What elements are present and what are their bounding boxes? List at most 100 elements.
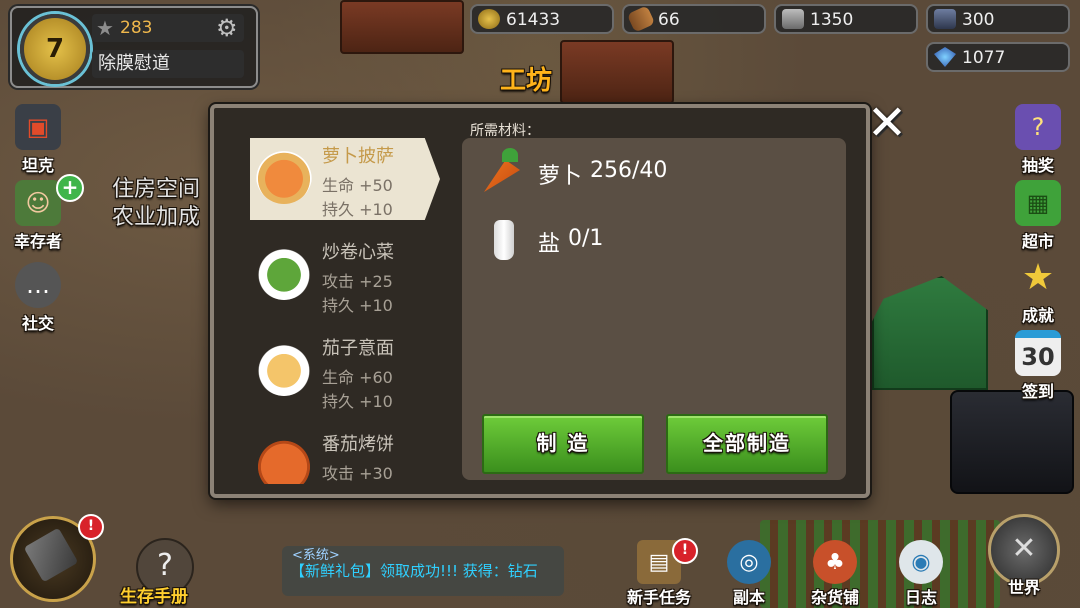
hammer-icon (23, 527, 79, 583)
target-log-icon: ◉ (899, 540, 943, 584)
diamond-icon (934, 47, 956, 67)
coin-icon (478, 9, 500, 29)
tank-icon: ▣ (15, 104, 61, 150)
material-name: 盐 (538, 232, 561, 257)
steel-resource[interactable]: 300 (926, 4, 1070, 34)
recipe-name: 茄子意面 (322, 338, 394, 359)
portal-icon: ◎ (727, 540, 771, 584)
star-icon: ★ (96, 16, 114, 40)
alert-badge: ! (672, 538, 698, 564)
gem-value: 1077 (962, 48, 1006, 68)
salt-bottle-icon (494, 220, 514, 260)
close-icon[interactable]: ✕ (862, 98, 912, 148)
world-button[interactable]: ✕ 世界 (984, 514, 1064, 598)
log-label: 日志 (904, 588, 937, 607)
tank-button[interactable]: ▣ 坦克 (8, 104, 68, 176)
recipe-name: 炒卷心菜 (322, 242, 394, 263)
scenery-crop-field (760, 520, 1000, 608)
wood-resource[interactable]: 66 (622, 4, 766, 34)
bonus-line-farming: 农业加成 (112, 205, 201, 230)
scenery-workshop-building (340, 0, 464, 54)
log-button[interactable]: ◉ 日志 (884, 540, 958, 608)
bonus-line-housing: 住房空间 (112, 177, 201, 202)
calendar-icon: 30 (1015, 330, 1061, 376)
pasta-icon (256, 340, 312, 396)
checkin-button[interactable]: 30 签到 (1008, 330, 1068, 402)
recipe-stat: 攻击 +25 (322, 272, 393, 291)
iron-ingot-icon (782, 9, 804, 29)
tank-label: 坦克 (21, 156, 54, 175)
steel-value: 300 (962, 10, 995, 30)
recipe-stat: 生命 +50 (322, 176, 393, 195)
material-carrot: 萝卜 256/40 (484, 148, 824, 192)
lottery-button[interactable]: ? 抽奖 (1008, 104, 1068, 176)
level-badge[interactable]: 7 (20, 14, 90, 84)
mystery-box-icon: ? (1015, 104, 1061, 150)
recipe-item-carrot-pizza[interactable]: 萝卜披萨 生命 +50 持久 +10 (250, 138, 440, 220)
survival-guide-label[interactable]: 生存手册 (120, 582, 188, 607)
grocery-label: 杂货铺 (810, 588, 859, 607)
player-name: 除膜慰道 (92, 50, 244, 78)
social-button[interactable]: … 社交 (8, 262, 68, 334)
checkin-label: 签到 (1021, 382, 1054, 401)
craft-button[interactable]: 制 造 (482, 414, 644, 474)
grocery-button[interactable]: ♣ 杂货铺 (798, 540, 872, 608)
radish-icon: ♣ (813, 540, 857, 584)
achievements-label: 成就 (1021, 306, 1054, 325)
player-panel: 7 ★ 283 ⚙ 除膜慰道 (10, 6, 258, 88)
materials-label: 所需材料： (470, 123, 540, 139)
wood-value: 66 (658, 10, 680, 30)
score-box: ★ 283 ⚙ (92, 14, 244, 42)
lottery-label: 抽奖 (1021, 156, 1054, 175)
coin-resource[interactable]: 61433 (470, 4, 614, 34)
achievements-button[interactable]: ★ 成就 (1008, 254, 1068, 326)
shop-crate-icon: ▦ (1015, 180, 1061, 226)
material-salt: 盐 0/1 (484, 220, 824, 260)
gear-icon[interactable]: ⚙ (216, 14, 238, 42)
iron-resource[interactable]: 1350 (774, 4, 918, 34)
scenery-wagon (560, 40, 674, 104)
chat-box[interactable]: <系统> 【新鲜礼包】领取成功!!! 获得：钻石 (282, 546, 564, 596)
recipe-name: 萝卜披萨 (322, 146, 394, 167)
chat-message: 【新鲜礼包】领取成功!!! 获得：钻石 (290, 562, 538, 580)
recipe-item-eggplant-pasta[interactable]: 茄子意面 生命 +60 持久 +10 (250, 330, 440, 412)
score-value: 283 (120, 18, 153, 38)
pie-icon (256, 436, 312, 484)
steel-ingot-icon (934, 9, 956, 29)
recipe-stat: 持久 +10 (322, 392, 393, 411)
material-quantity: 0/1 (568, 226, 604, 251)
craft-all-button[interactable]: 全部制造 (666, 414, 828, 474)
recipe-stat: 攻击 +30 (322, 464, 393, 483)
salad-icon (256, 244, 312, 300)
material-quantity: 256/40 (590, 158, 668, 183)
recipe-item-tomato-pie[interactable]: 番茄烤饼 攻击 +30 (250, 426, 440, 484)
supermarket-button[interactable]: ▦ 超市 (1008, 180, 1068, 252)
world-label: 世界 (1007, 578, 1040, 597)
workshop-title: 工坊 (500, 66, 553, 96)
chat-bubble-icon: … (15, 262, 61, 308)
recipe-stat: 持久 +10 (322, 296, 393, 315)
social-label: 社交 (21, 314, 54, 333)
alert-badge: ! (78, 514, 104, 540)
scenery-green-tent (872, 276, 988, 390)
iron-value: 1350 (810, 10, 854, 30)
recipe-name: 番茄烤饼 (322, 434, 394, 455)
recipe-stat: 持久 +10 (322, 200, 393, 219)
workshop-dialog: 萝卜披萨 生命 +50 持久 +10 炒卷心菜 攻击 +25 持久 +10 茄子… (210, 104, 870, 498)
add-survivor-icon[interactable]: + (56, 174, 84, 202)
recipe-stat: 生命 +60 (322, 368, 393, 387)
dungeon-button[interactable]: ◎ 副本 (712, 540, 786, 608)
bonus-text: 住房空间 农业加成 (112, 176, 200, 232)
pizza-icon (256, 148, 312, 204)
star-icon: ★ (1021, 256, 1055, 298)
dungeon-label: 副本 (732, 588, 765, 607)
survivor-avatar-icon: ☺ (15, 180, 61, 226)
coin-value: 61433 (506, 10, 561, 30)
recipe-item-cabbage[interactable]: 炒卷心菜 攻击 +25 持久 +10 (250, 234, 440, 316)
carrot-leaf-icon (502, 148, 518, 162)
scenery-machine (950, 390, 1074, 494)
wood-log-icon (626, 5, 656, 33)
gem-resource[interactable]: 1077 (926, 42, 1070, 72)
material-name: 萝卜 (538, 164, 583, 189)
survivors-label: 幸存者 (13, 232, 62, 251)
